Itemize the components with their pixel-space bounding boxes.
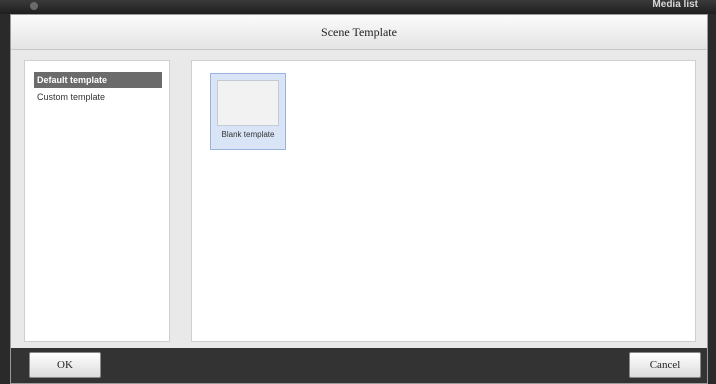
background-app-strip: Media list [0, 0, 716, 14]
category-default-template[interactable]: Default template [34, 72, 162, 88]
dialog-titlebar: Scene Template [11, 15, 707, 50]
template-category-list: Default template Custom template [24, 60, 170, 342]
template-thumbnail [217, 80, 279, 126]
template-gallery: Blank template [191, 60, 696, 342]
dialog-footer: OK Cancel [11, 348, 707, 383]
template-label: Blank template [221, 130, 275, 139]
cancel-button[interactable]: Cancel [629, 352, 701, 378]
background-icon [30, 2, 38, 10]
ok-button[interactable]: OK [29, 352, 101, 378]
category-custom-template[interactable]: Custom template [34, 89, 162, 105]
dialog-body: Default template Custom template Blank t… [11, 50, 707, 348]
dialog-title: Scene Template [321, 24, 397, 39]
media-list-label: Media list [652, 0, 698, 10]
scene-template-dialog: Scene Template Default template Custom t… [10, 14, 708, 384]
blank-template-tile[interactable]: Blank template [210, 73, 286, 150]
